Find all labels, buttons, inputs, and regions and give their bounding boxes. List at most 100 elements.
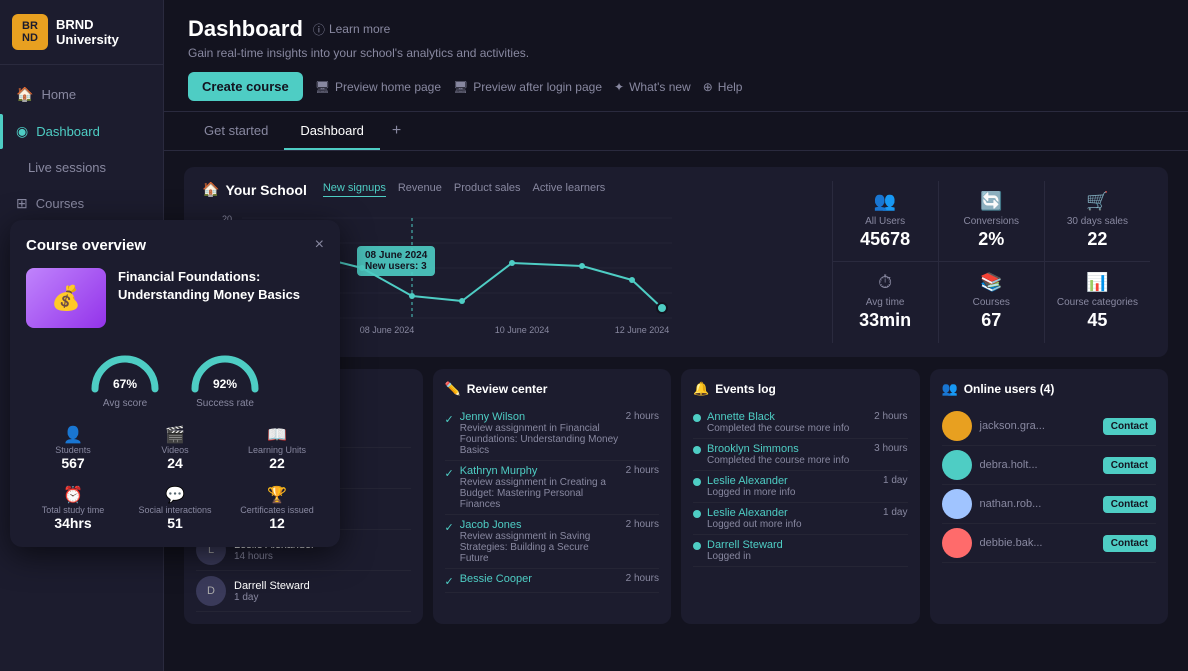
check-icon: ✓: [445, 521, 454, 564]
stats-grid: 👥 All Users 45678 🔄 Conversions 2% 🛒 30 …: [832, 181, 1150, 343]
review-icon: ✏️: [445, 381, 461, 397]
avg-time-value: 33min: [859, 310, 911, 331]
tab-get-started[interactable]: Get started: [188, 113, 284, 150]
tab-dashboard[interactable]: Dashboard: [284, 113, 380, 150]
preview-home-button[interactable]: 🖥 Preview home page: [315, 80, 441, 94]
chart-tab-new-signups[interactable]: New signups: [323, 182, 386, 197]
sidebar-item-dashboard[interactable]: ◉ Dashboard: [0, 114, 163, 149]
contact-button[interactable]: Contact: [1103, 535, 1156, 552]
videos-label: Videos: [161, 445, 188, 455]
tab-add-button[interactable]: +: [380, 112, 413, 150]
overlay-stat-certificates: 🏆 Certificates issued 12: [230, 485, 324, 531]
event-user-name: Leslie Alexander: [707, 475, 877, 487]
events-icon: 🔔: [693, 381, 709, 397]
preview-login-icon: 🖥: [453, 80, 468, 94]
home-icon: 🏠: [16, 86, 33, 103]
sidebar-item-courses[interactable]: ⊞ Courses: [0, 186, 163, 221]
online-username: debra.holt...: [980, 459, 1095, 471]
help-icon: ⊕: [703, 80, 713, 94]
categories-label: Course categories: [1057, 297, 1138, 308]
certificates-icon: 🏆: [267, 485, 287, 505]
svg-text:12 June 2024: 12 June 2024: [615, 325, 670, 335]
preview-login-button[interactable]: 🖥 Preview after login page: [453, 80, 602, 94]
chart-tab-revenue[interactable]: Revenue: [398, 182, 442, 197]
study-time-value: 34hrs: [54, 515, 91, 531]
event-time: 1 day: [883, 475, 907, 498]
online-username: nathan.rob...: [980, 498, 1095, 510]
create-course-button[interactable]: Create course: [188, 72, 303, 101]
success-rate-label: Success rate: [196, 398, 254, 409]
dashboard-icon: ◉: [16, 123, 28, 140]
logo-icon: BRND: [12, 14, 48, 50]
learning-units-label: Learning Units: [248, 445, 306, 455]
review-text: Review assignment in Financial Foundatio…: [460, 423, 620, 456]
conversions-label: Conversions: [963, 216, 1019, 227]
sidebar-item-home[interactable]: 🏠 Home: [0, 77, 163, 112]
app-name: BRND University: [56, 17, 151, 47]
overlay-stat-learning-units: 📖 Learning Units 22: [230, 425, 324, 471]
events-log-widget: 🔔 Events log Annette Black Completed the…: [681, 369, 920, 624]
help-button[interactable]: ⊕ Help: [703, 80, 743, 94]
event-user-name: Leslie Alexander: [707, 507, 877, 519]
event-indicator: [693, 478, 701, 486]
reviewer-name: Kathryn Murphy: [460, 465, 620, 477]
user-time: 1 day: [234, 592, 411, 603]
event-user-name: Darrell Steward: [707, 539, 902, 551]
whats-new-icon: ✦: [614, 80, 624, 94]
contact-button[interactable]: Contact: [1103, 457, 1156, 474]
chart-title: 🏠 Your School: [202, 181, 307, 198]
students-value: 567: [61, 455, 84, 471]
event-description: Logged in more info: [707, 487, 877, 498]
categories-value: 45: [1087, 310, 1107, 331]
preview-home-icon: 🖥: [315, 80, 330, 94]
learning-units-value: 22: [269, 455, 285, 471]
online-icon: 👥: [942, 381, 958, 397]
sidebar-item-live-sessions-label: Live sessions: [28, 160, 106, 175]
chart-tab-product-sales[interactable]: Product sales: [454, 182, 521, 197]
contact-button[interactable]: Contact: [1103, 418, 1156, 435]
online-username: jackson.gra...: [980, 420, 1095, 432]
reviewer-name: Jacob Jones: [460, 519, 620, 531]
logo-area: BRND BRND University: [0, 0, 163, 65]
chart-tab-active-learners[interactable]: Active learners: [533, 182, 606, 197]
course-overview-overlay: Course overview × 💰 Financial Foundation…: [10, 220, 340, 547]
overlay-stat-study-time: ⏰ Total study time 34hrs: [26, 485, 120, 531]
reviewer-name: Bessie Cooper: [460, 573, 620, 585]
review-time: 2 hours: [626, 519, 659, 564]
learn-more-btn[interactable]: ⓘ Learn more: [313, 21, 390, 38]
avg-score-gauge: 67% Avg score: [85, 344, 165, 409]
overlay-stats-row2: ⏰ Total study time 34hrs 💬 Social intera…: [26, 485, 324, 531]
contact-button[interactable]: Contact: [1103, 496, 1156, 513]
event-time: 3 hours: [874, 443, 907, 466]
stat-avg-time: ⏱ Avg time 33min: [832, 262, 938, 343]
close-button[interactable]: ×: [315, 236, 324, 254]
check-icon: ✓: [445, 413, 454, 456]
events-list: Annette Black Completed the course more …: [693, 407, 908, 567]
review-list-item: ✓ Jacob Jones Review assignment in Savin…: [445, 515, 660, 569]
chart-header: 🏠 Your School New signups Revenue Produc…: [202, 181, 816, 198]
review-text: Review assignment in Saving Strategies: …: [460, 531, 620, 564]
social-label: Social interactions: [138, 505, 211, 515]
certificates-label: Certificates issued: [240, 505, 314, 515]
overlay-stats-row1: 👤 Students 567 🎬 Videos 24 📖 Learning Un…: [26, 425, 324, 471]
online-avatar: [942, 450, 972, 480]
review-time: 2 hours: [626, 465, 659, 510]
tabs-row: Get started Dashboard +: [164, 112, 1188, 151]
students-icon: 👤: [63, 425, 83, 445]
online-user-item: nathan.rob... Contact: [942, 485, 1157, 524]
sales-icon: 🛒: [1086, 191, 1108, 212]
event-list-item: Brooklyn Simmons Completed the course mo…: [693, 439, 908, 471]
courses-stat-label: Courses: [973, 297, 1010, 308]
study-time-label: Total study time: [42, 505, 105, 515]
overlay-stat-social: 💬 Social interactions 51: [128, 485, 222, 531]
event-description: Logged out more info: [707, 519, 877, 530]
students-label: Students: [55, 445, 91, 455]
review-text: Review assignment in Creating a Budget: …: [460, 477, 620, 510]
whats-new-button[interactable]: ✦ What's new: [614, 80, 691, 94]
online-avatar: [942, 489, 972, 519]
header-title-row: Dashboard ⓘ Learn more: [188, 16, 1164, 42]
top-header: Dashboard ⓘ Learn more Gain real-time in…: [164, 0, 1188, 112]
event-list-item: Leslie Alexander Logged out more info 1 …: [693, 503, 908, 535]
sidebar-item-live-sessions[interactable]: Live sessions: [0, 151, 163, 184]
review-time: 2 hours: [626, 573, 659, 588]
